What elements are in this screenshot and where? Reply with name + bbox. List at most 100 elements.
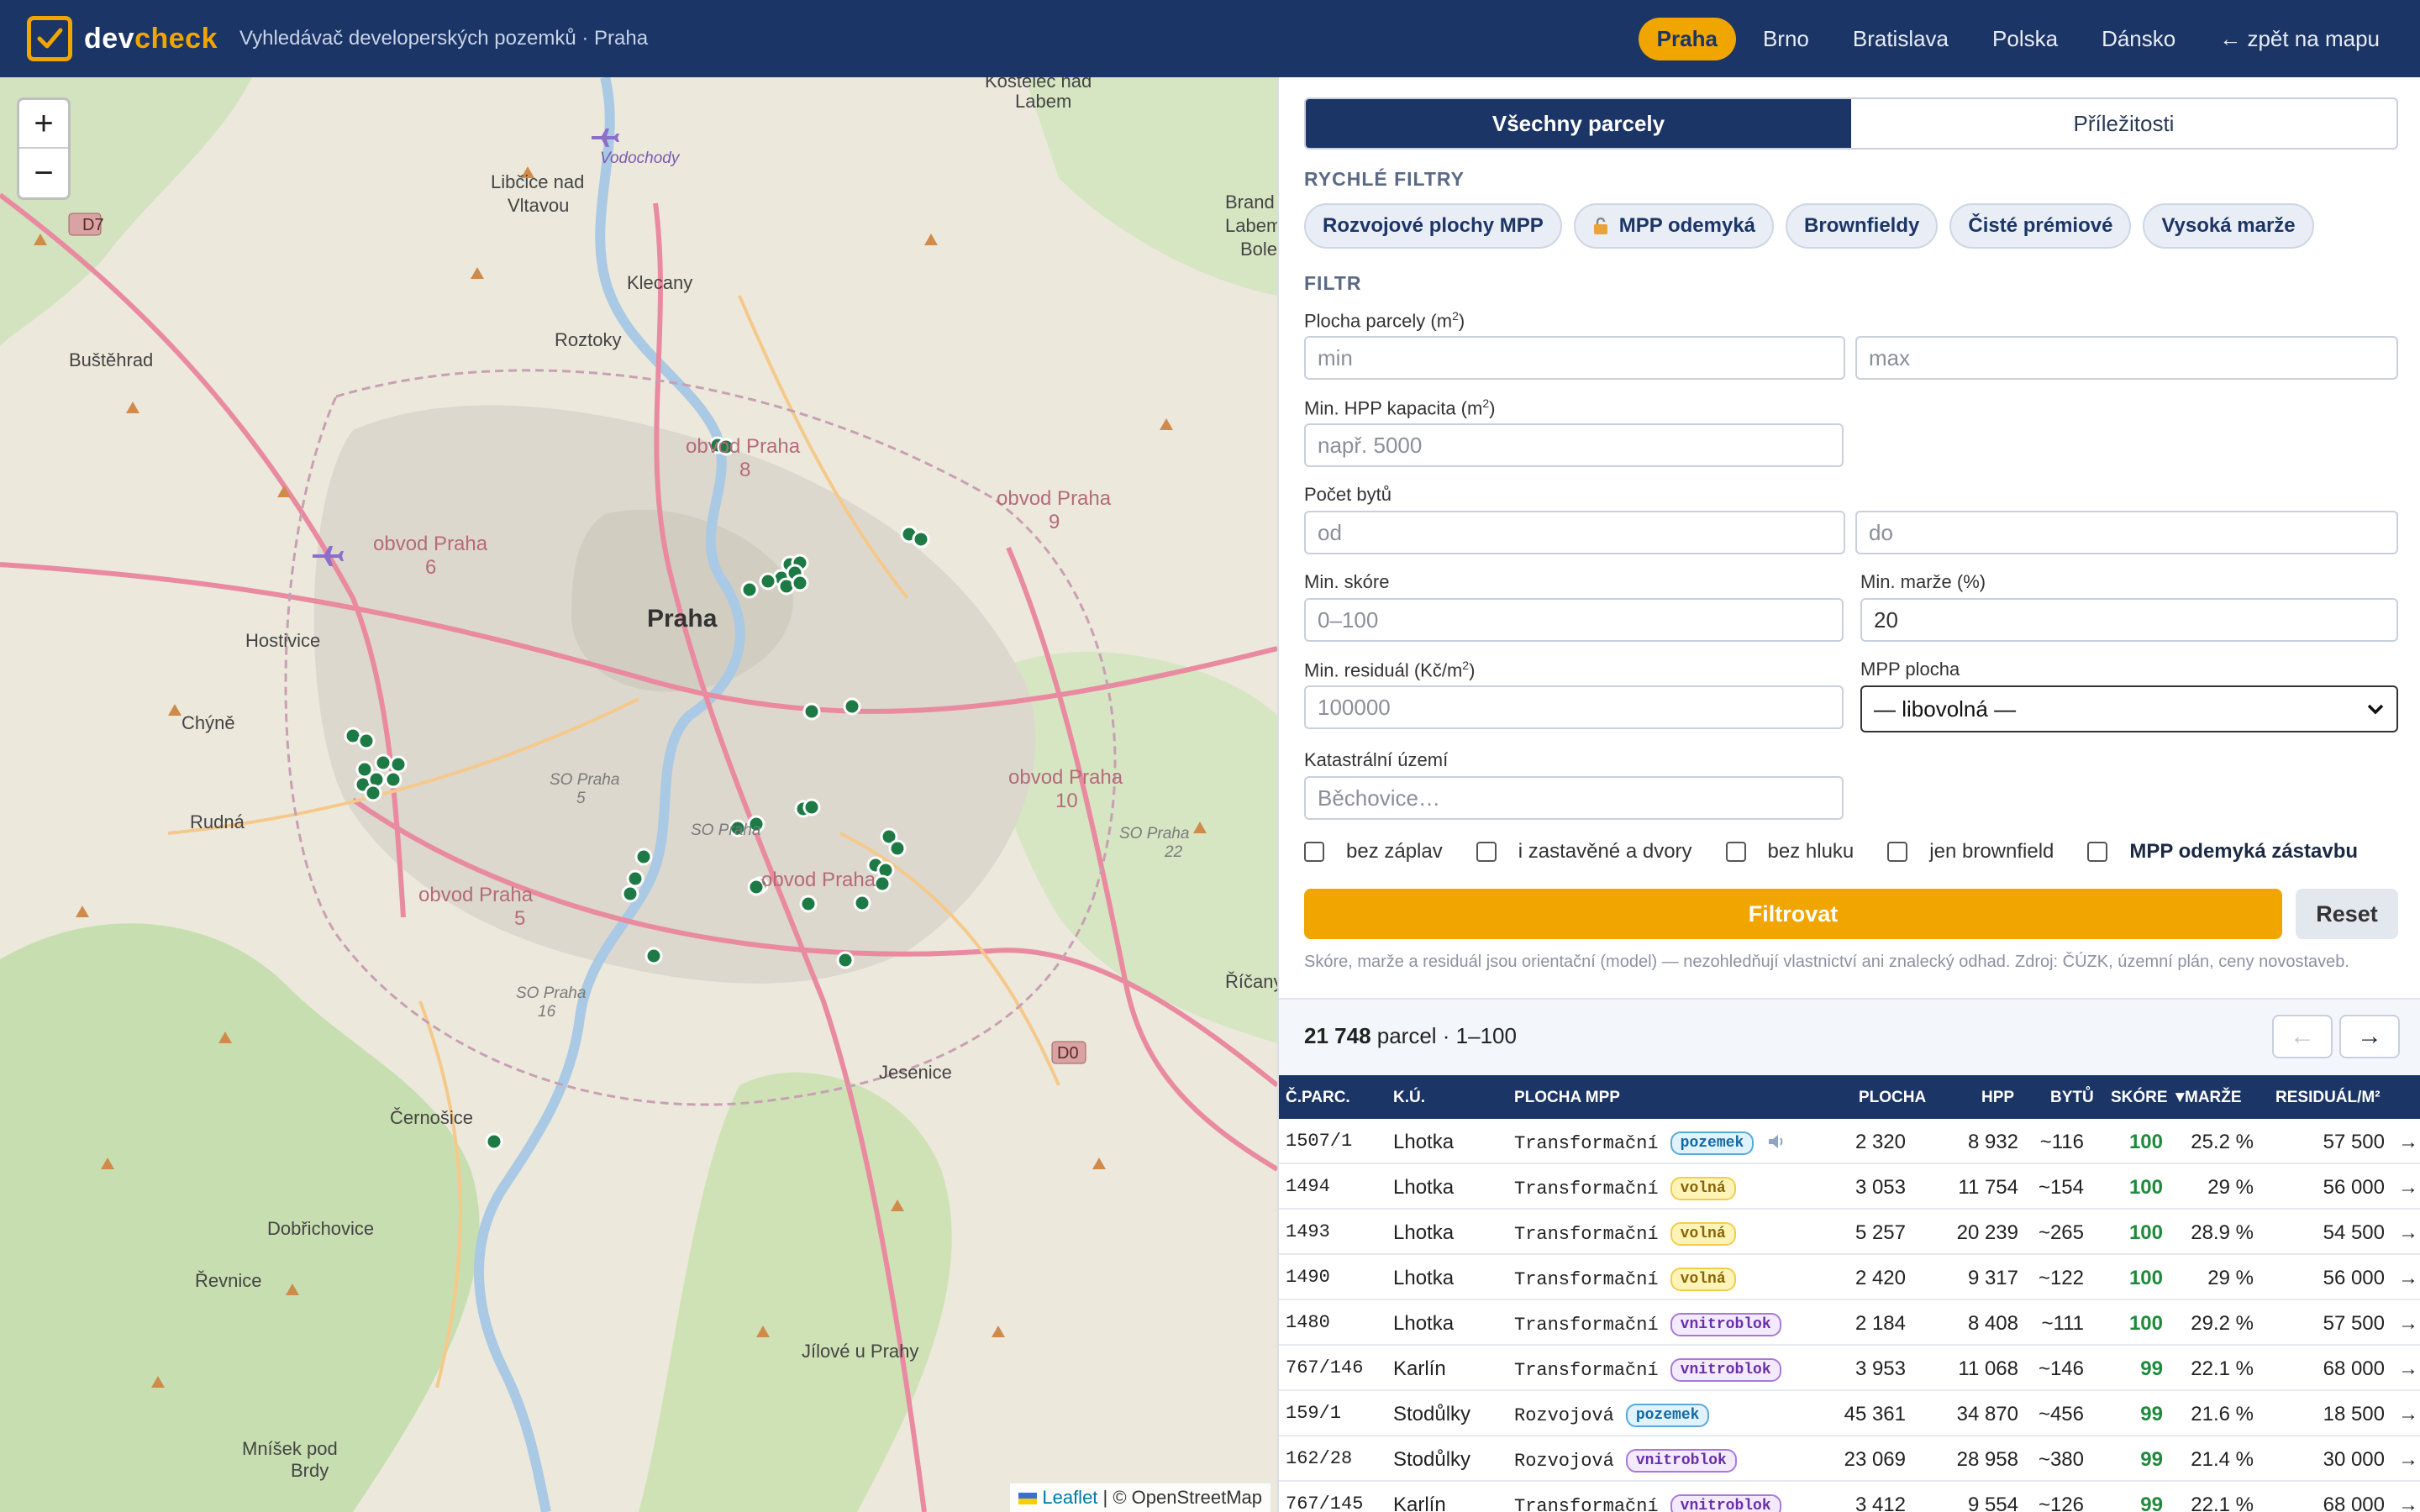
table-row[interactable]: 159/1 Stodůlky Rozvojová pozemek 45 361 34 87… — [1279, 1391, 2420, 1436]
row-arrow-icon[interactable]: → — [2398, 1403, 2418, 1426]
nav-dansko[interactable]: Dánsko — [2085, 18, 2192, 60]
table-row[interactable]: 1490 Lhotka Transformační volná 2 420 9 317 ~1… — [1279, 1255, 2420, 1300]
row-arrow-icon[interactable]: → — [2398, 1176, 2418, 1200]
so-label-praha22: SO Praha — [1119, 825, 1190, 843]
zoom-in-button[interactable]: + — [19, 100, 68, 149]
row-arrow-icon[interactable]: → — [2398, 1221, 2418, 1245]
check-bez-hluku[interactable]: bez hluku — [1725, 840, 1854, 864]
checkbox[interactable] — [2087, 842, 2108, 862]
col-marze[interactable]: MARŽE — [2185, 1089, 2242, 1107]
byty-do-input[interactable] — [1855, 511, 2398, 554]
checkbox[interactable] — [1304, 842, 1324, 862]
skore-input[interactable] — [1304, 598, 1844, 642]
check-mpp-odemyka[interactable]: MPP odemyká zástavbu — [2087, 840, 2358, 864]
row-arrow-icon[interactable]: → — [2398, 1448, 2418, 1472]
col-residual[interactable]: RESIDUÁL/M² — [2275, 1089, 2381, 1107]
table-header: Č.PARC. K.Ú. PLOCHA MPP PLOCHA HPP BYTŮ … — [1279, 1075, 2420, 1119]
cell-residual: 56 000 — [2323, 1267, 2385, 1289]
plocha-min-input[interactable] — [1304, 336, 1845, 380]
map[interactable]: D7 D0 Praha Kostelec nad Labem Vodochody… — [0, 77, 1277, 1512]
zoom-out-button[interactable]: − — [19, 149, 68, 197]
tab-all-parcels[interactable]: Všechny parcely — [1306, 99, 1851, 148]
check-bez-zaplav[interactable]: bez záplav — [1304, 840, 1443, 864]
cell-hpp: 20 239 — [1956, 1221, 2018, 1244]
chip-vysoka-marze[interactable]: Vysoká marže — [2143, 203, 2314, 249]
leaflet-link[interactable]: Leaflet — [1042, 1487, 1097, 1508]
table-row[interactable]: 1494 Lhotka Transformační volná 3 053 11 754 ~… — [1279, 1164, 2420, 1210]
col-parc[interactable]: Č.PARC. — [1286, 1089, 1350, 1107]
col-ku[interactable]: K.Ú. — [1393, 1089, 1425, 1107]
byty-od-input[interactable] — [1304, 511, 1845, 554]
hpp-input[interactable] — [1304, 423, 1844, 467]
cell-plocha: 2 184 — [1854, 1312, 1906, 1335]
cell-skore: 100 — [2128, 1312, 2163, 1335]
cell-marze: 21.6 % — [2191, 1403, 2254, 1425]
row-arrow-icon[interactable]: → — [2398, 1494, 2418, 1512]
cell-mpp: Transformační volná — [1514, 1267, 1736, 1291]
col-hpp[interactable]: HPP — [1981, 1089, 2014, 1107]
plocha-max-input[interactable] — [1855, 336, 2398, 380]
col-plocha[interactable]: PLOCHA — [1859, 1089, 1926, 1107]
prev-page-button[interactable]: ← — [2272, 1015, 2333, 1058]
next-page-button[interactable]: → — [2339, 1015, 2400, 1058]
parcels-table: Č.PARC. K.Ú. PLOCHA MPP PLOCHA HPP BYTŮ … — [1279, 1075, 2420, 1512]
mpp-badge: vnitroblok — [1670, 1313, 1781, 1336]
cell-hpp: 9 317 — [1967, 1267, 2018, 1289]
cell-hpp: 8 932 — [1967, 1131, 2018, 1153]
map-label-cernosice: Černošice — [390, 1107, 474, 1128]
so-label-praha5-num: 5 — [576, 790, 586, 807]
results-count: 21 748 parcel · 1–100 — [1304, 1023, 1517, 1048]
residual-input[interactable] — [1304, 685, 1844, 729]
table-row[interactable]: 1507/1 Lhotka Transformační pozemek 2 320 8 9… — [1279, 1119, 2420, 1164]
checkbox[interactable] — [1887, 842, 1908, 862]
logo[interactable]: devcheck — [27, 16, 218, 61]
cell-byty: ~154 — [2038, 1176, 2084, 1199]
nav-bratislava[interactable]: Bratislava — [1836, 18, 1965, 60]
row-arrow-icon[interactable]: → — [2398, 1131, 2418, 1154]
nav-brno[interactable]: Brno — [1746, 18, 1826, 60]
check-zastavene[interactable]: i zastavěné a dvory — [1476, 840, 1692, 864]
checkbox[interactable] — [1725, 842, 1746, 862]
col-byty[interactable]: BYTŮ — [2050, 1089, 2094, 1107]
cell-mpp: Transformační vnitroblok — [1514, 1357, 1781, 1382]
district-label-praha8: obvod Praha — [686, 435, 801, 458]
chip-brownfieldy[interactable]: Brownfieldy — [1786, 203, 1939, 249]
chip-rozvojove[interactable]: Rozvojové plochy MPP — [1304, 203, 1562, 249]
road-shield-d7: D7 — [82, 216, 104, 234]
district-label-praha6-num: 6 — [425, 556, 437, 579]
row-arrow-icon[interactable]: → — [2398, 1357, 2418, 1381]
checkbox[interactable] — [1476, 842, 1497, 862]
mpp-badge: vnitroblok — [1670, 1494, 1781, 1512]
col-skore[interactable]: SKÓRE ▼ — [2111, 1089, 2188, 1107]
chip-ciste-premiove[interactable]: Čisté prémiové — [1949, 203, 2132, 249]
marze-input[interactable] — [1860, 598, 2398, 642]
nav-praha[interactable]: Praha — [1638, 17, 1736, 60]
mpp-plocha-select[interactable]: — libovolná — — [1860, 685, 2398, 732]
nav-polska[interactable]: Polska — [1975, 18, 2075, 60]
table-row[interactable]: 1493 Lhotka Transformační volná 5 257 20 239 ~… — [1279, 1210, 2420, 1255]
tab-opportunities[interactable]: Příležitosti — [1851, 99, 2396, 148]
reset-button[interactable]: Reset — [2296, 889, 2398, 939]
row-arrow-icon[interactable]: → — [2398, 1267, 2418, 1290]
cell-skore: 99 — [2140, 1403, 2163, 1425]
check-brownfield[interactable]: jen brownfield — [1887, 840, 2054, 864]
road-shield-d0: D0 — [1057, 1044, 1079, 1063]
check-label: bez hluku — [1767, 840, 1854, 863]
back-to-map-link[interactable]: ← zpět na mapu — [2202, 18, 2396, 60]
table-row[interactable]: 1480 Lhotka Transformační vnitroblok 2 184 8 … — [1279, 1300, 2420, 1346]
col-mpp[interactable]: PLOCHA MPP — [1514, 1089, 1620, 1107]
cell-plocha: 3 053 — [1854, 1176, 1906, 1199]
chip-mpp-odemyka[interactable]: MPP odemyká — [1573, 203, 1775, 249]
katastr-input[interactable] — [1304, 776, 1844, 820]
filter-button[interactable]: Filtrovat — [1304, 889, 2282, 939]
district-label-praha5-num: 5 — [514, 907, 526, 930]
cell-residual: 30 000 — [2323, 1448, 2385, 1471]
mpp-badge: pozemek — [1625, 1404, 1710, 1427]
cell-mpp: Rozvojová pozemek — [1514, 1403, 1710, 1427]
lock-icon — [1593, 217, 1607, 234]
row-arrow-icon[interactable]: → — [2398, 1312, 2418, 1336]
table-row[interactable]: 162/28 Stodůlky Rozvojová vnitroblok 23 069 2… — [1279, 1436, 2420, 1482]
table-row[interactable]: 767/146 Karlín Transformační vnitroblok 3 95… — [1279, 1346, 2420, 1391]
table-row[interactable]: 767/145 Karlín Transformační vnitroblok 3 41… — [1279, 1482, 2420, 1512]
cell-skore: 100 — [2128, 1131, 2163, 1153]
